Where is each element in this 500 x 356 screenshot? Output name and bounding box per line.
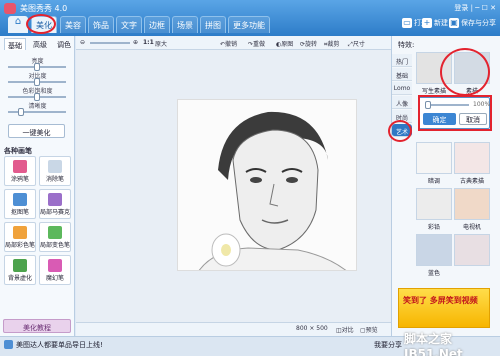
category-basic[interactable]: 基础 [392, 68, 412, 81]
undo-button[interactable]: ↶撤销 [220, 39, 237, 48]
magic-pen-icon [48, 259, 62, 272]
sharpness-slider[interactable] [8, 108, 66, 116]
image-dimensions: 800 × 500 [296, 325, 328, 332]
local-recolor-pen-tool[interactable]: 局部变色笔 [39, 222, 71, 252]
zoom-ratio[interactable]: 1:1 [143, 39, 154, 46]
menu-scene[interactable]: 场景 [172, 16, 198, 33]
tab-color[interactable]: 调色 [54, 38, 74, 50]
zoom-slider[interactable] [90, 42, 130, 44]
slider-knob[interactable] [18, 108, 24, 116]
zoom-out-icon[interactable]: ⊖ [80, 39, 85, 46]
effect-label-tv: 电视机 [462, 224, 481, 231]
beautify-tutorial-button[interactable]: 美化教程 [3, 319, 71, 333]
effect-thumb-extra[interactable] [454, 234, 490, 266]
new-file-icon: + [422, 18, 432, 28]
eraser-pen-tool[interactable]: 消除笔 [39, 156, 71, 186]
watermark: 脚本之家 JB51.Net [404, 332, 463, 356]
slider-label-sharpness: 清晰度 [28, 103, 47, 110]
slider-knob[interactable] [34, 93, 40, 101]
original-size-button[interactable]: 原大 [155, 39, 167, 48]
effect-thumb-blue[interactable] [416, 234, 452, 266]
status-message: 美图达人都要单品导日上线! [16, 341, 103, 349]
recolor-pen-icon [48, 226, 62, 239]
effects-title: 特效: [398, 41, 415, 49]
cutout-pen-tool[interactable]: 抠图笔 [4, 189, 36, 219]
effect-thumb-colored-pencil[interactable] [416, 188, 452, 220]
zoom-in-icon[interactable]: ⊕ [133, 39, 138, 46]
highlight-menu-beautify [26, 14, 56, 34]
color-pen-icon [13, 226, 27, 239]
category-portrait[interactable]: 人像 [392, 96, 412, 109]
tab-advanced[interactable]: 高级 [30, 38, 50, 50]
cutout-icon [13, 193, 27, 206]
share-link[interactable]: 我要分享 [374, 340, 402, 350]
edited-photo[interactable] [177, 99, 357, 271]
folder-icon: ▭ [402, 18, 412, 28]
save-share-button[interactable]: ▣ 保存与分享 [449, 18, 496, 28]
effect-thumb-classic-sketch[interactable] [454, 142, 490, 174]
save-icon: ▣ [449, 18, 459, 28]
saturation-slider[interactable] [8, 93, 66, 101]
ad-banner[interactable]: 笑到了 多屏笑到视频 [398, 288, 490, 328]
redo-button[interactable]: ↷重做 [248, 39, 265, 48]
slider-knob[interactable] [34, 63, 40, 71]
effect-label-blue: 蓝色 [427, 270, 440, 277]
doodle-pen-icon [13, 160, 27, 173]
doodle-pen-tool[interactable]: 涂鸦笔 [4, 156, 36, 186]
sketch-portrait-image [178, 100, 356, 270]
home-icon[interactable]: ⌂ [8, 16, 28, 33]
highlight-category-art [388, 120, 412, 142]
compare-button[interactable]: ◫对比 [336, 325, 354, 334]
contrast-slider[interactable] [8, 78, 66, 86]
eraser-icon [48, 160, 62, 173]
effect-thumb-dark[interactable] [416, 142, 452, 174]
menu-collage[interactable]: 拼图 [200, 16, 226, 33]
preview-button[interactable]: ▢预览 [360, 325, 378, 334]
menu-accessories[interactable]: 饰品 [88, 16, 114, 33]
crop-button[interactable]: ⌗裁剪 [324, 39, 339, 49]
background-blur-tool[interactable]: 背景虚化 [4, 255, 36, 285]
magic-pen-tool[interactable]: 魔幻笔 [39, 255, 71, 285]
category-hot[interactable]: 热门 [392, 54, 412, 67]
new-button[interactable]: + 新建 [422, 18, 448, 28]
menu-more-functions[interactable]: 更多功能 [228, 16, 270, 33]
highlight-sketch-effect [440, 48, 490, 96]
highlight-effect-popup [418, 95, 492, 131]
menu-text[interactable]: 文字 [116, 16, 142, 33]
mosaic-icon [48, 193, 62, 206]
effect-label-classic-sketch: 古典素描 [459, 178, 484, 185]
local-color-pen-tool[interactable]: 局部彩色笔 [4, 222, 36, 252]
menu-border[interactable]: 边框 [144, 16, 170, 33]
ad-text: 笑到了 多屏笑到视频 [403, 296, 478, 305]
category-lomo[interactable]: Lomo [392, 82, 412, 95]
effect-label-colored-pencil: 彩铅 [427, 224, 440, 231]
original-image-button[interactable]: ◐原图 [276, 39, 293, 48]
info-icon [4, 340, 13, 349]
one-click-beautify-button[interactable]: 一键美化 [8, 124, 65, 138]
app-logo-icon [4, 3, 16, 14]
app-title: 美图秀秀 4.0 [20, 4, 68, 13]
brightness-slider[interactable] [8, 63, 66, 71]
rotate-button[interactable]: ⟳旋转 [300, 39, 317, 48]
effect-thumb-tv[interactable] [454, 188, 490, 220]
menu-face[interactable]: 美容 [60, 16, 86, 33]
slider-knob[interactable] [34, 78, 40, 86]
tab-basic[interactable]: 基础 [4, 38, 26, 50]
mosaic-tool[interactable]: 局部马赛克 [39, 189, 71, 219]
resize-button[interactable]: ⤢尺寸 [348, 39, 365, 49]
brush-section-title: 各种画笔 [4, 147, 32, 155]
blur-icon [13, 259, 27, 272]
window-controls[interactable]: 登录 | ─ ☐ ✕ [454, 3, 496, 13]
effect-label-dark: 暗调 [427, 178, 440, 185]
